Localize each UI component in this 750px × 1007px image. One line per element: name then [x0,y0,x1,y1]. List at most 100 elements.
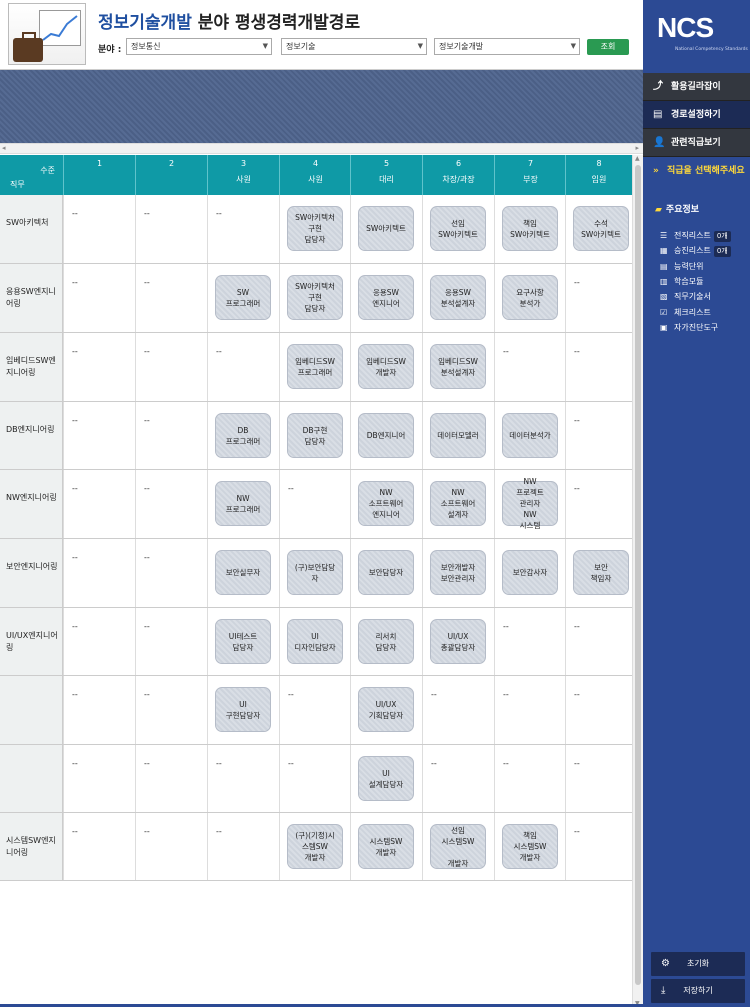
job-position-button[interactable]: UI/UX 기획담당자 [358,687,414,732]
table-cell: 보안감사자 [494,539,566,607]
table-cell: SW아키텍트 [350,195,422,263]
job-position-button[interactable]: DB 프로그래머 [215,413,271,458]
info-item[interactable]: ☑ 체크리스트 [660,306,750,320]
level-header-7: 7 부장 [494,155,566,195]
info-item[interactable]: ▥ 학습모듈 [660,275,750,289]
job-position-button[interactable]: 응용SW 엔지니어 [358,275,414,320]
job-position-button[interactable]: 보안 책임자 [573,550,629,595]
title-suffix: 분야 평생경력개발경로 [191,13,361,33]
table-cell: -- [63,195,135,263]
job-position-button[interactable]: 임베디드SW 개발자 [358,344,414,389]
scroll-left-icon[interactable]: ◂ [2,144,6,152]
job-position-button[interactable]: NW 프로그래머 [215,481,271,526]
table-cell: NW 소프트웨어 엔지니어 [350,470,422,538]
title-field: 정보기술개발 [98,13,192,33]
job-position-button[interactable]: UI/UX 총괄담당자 [430,619,486,664]
job-position-button[interactable]: SW아키텍처 구현 담당자 [287,206,343,251]
select-rank-message: » 직급을 선택해주세요 [653,165,748,177]
empty-marker: -- [72,209,78,218]
job-position-button[interactable]: 데이터모델러 [430,413,486,458]
search-button[interactable]: 조회 [587,39,629,55]
job-position-button[interactable]: UI 디자인담당자 [287,619,343,664]
info-item[interactable]: ▣ 자가진단도구 [660,321,750,335]
empty-marker: -- [431,690,437,699]
info-item[interactable]: ☰ 전직리스트 0개 [660,229,750,243]
job-position-button[interactable]: SW아키텍트 [358,206,414,251]
info-item[interactable]: ▤ 능력단위 [660,260,750,274]
table-cell: 보안 책임자 [565,539,632,607]
job-label: UI/UX엔지니어링 [0,608,63,675]
table-row: DB엔지니어링 -- -- DB 프로그래머 DB구현 담당자 DB엔지니어 데이터모델러 데… [0,402,632,470]
job-position-button[interactable]: 요구사항 분석가 [502,275,558,320]
job-position-button[interactable]: (구)보안담당 자 [287,550,343,595]
scroll-up-icon[interactable]: ▲ [635,155,640,162]
job-position-button[interactable]: 리서치 담당자 [358,619,414,664]
chevron-down-icon: ▼ [262,42,268,50]
related-rank-button[interactable]: 👤 관련직급보기 [643,129,750,157]
save-button[interactable]: ⤓ 저장하기 [651,979,745,1003]
set-path-button[interactable]: ▤ 경로설정하기 [643,101,750,129]
document-icon: ▧ [660,292,668,302]
level-header-6: 6 차장/과장 [422,155,494,195]
job-position-button[interactable]: 응용SW 분석설계자 [430,275,486,320]
job-position-button[interactable]: DB구현 담당자 [287,413,343,458]
job-position-button[interactable]: NW 소프트웨어 엔지니어 [358,481,414,526]
field-select-2[interactable]: 정보기술 ▼ [281,38,427,55]
job-position-button[interactable]: 임베디드SW 프로그래머 [287,344,343,389]
job-position-button[interactable]: (구)(기정)시 스템SW 개발자 [287,824,343,869]
job-position-button[interactable]: DB엔지니어 [358,413,414,458]
job-position-button[interactable]: 선임 시스템SW 개발자 [430,824,486,869]
guide-button[interactable]: ⤴ 활용길라잡이 [643,73,750,101]
job-position-button[interactable]: UI 구현담당자 [215,687,271,732]
info-item[interactable]: ▦ 승진리스트 0개 [660,244,750,258]
job-position-button[interactable]: 임베디드SW 분석설계자 [430,344,486,389]
horizontal-scrollbar[interactable]: ◂ ▸ [0,143,643,154]
empty-marker: -- [574,827,580,836]
job-position-button[interactable]: 수석 SW아키텍트 [573,206,629,251]
empty-marker: -- [144,209,150,218]
scroll-thumb[interactable] [635,165,641,985]
table-cell: -- [279,745,351,812]
job-position-button[interactable]: UI 설계담당자 [358,756,414,801]
job-position-button[interactable]: 책임 SW아키텍트 [502,206,558,251]
checkbox-icon: ☑ [660,307,668,317]
table-cell: SW 프로그래머 [207,264,279,332]
scroll-right-icon[interactable]: ▸ [635,144,639,152]
vertical-scrollbar[interactable]: ▲▼ [632,155,643,1007]
empty-marker: -- [144,827,150,836]
table-cell: DB엔지니어 [350,402,422,469]
field-label: 분야 : [98,45,122,55]
empty-marker: -- [144,553,150,562]
table-cell: -- [135,195,207,263]
table-cell: -- [494,676,566,744]
table-cell: 수석 SW아키텍트 [565,195,632,263]
reset-button[interactable]: ⚙ 초기화 [651,952,745,976]
save-label: 저장하기 [683,986,713,995]
job-position-button[interactable]: 시스템SW 개발자 [358,824,414,869]
table-cell: -- [63,676,135,744]
job-position-button[interactable]: NW 프로젝트 관리자 NW 시스템 [502,477,558,530]
job-position-button[interactable]: NW 소프트웨어 설계자 [430,481,486,526]
table-row: NW엔지니어링 -- -- NW 프로그래머 -- NW 소프트웨어 엔지니어 NW 소프트… [0,470,632,539]
job-position-button[interactable]: SW 프로그래머 [215,275,271,320]
field-select-1[interactable]: 정보통신 ▼ [126,38,272,55]
table-cell: -- [63,745,135,812]
table-cell: -- [135,608,207,675]
empty-marker: -- [144,416,150,425]
field-select-3[interactable]: 정보기술개발 ▼ [434,38,580,55]
job-position-button[interactable]: 보안감사자 [502,550,558,595]
job-position-button[interactable]: 보안실무자 [215,550,271,595]
job-position-button[interactable]: UI테스트 담당자 [215,619,271,664]
empty-marker: -- [216,347,222,356]
job-position-button[interactable]: 보안담당자 [358,550,414,595]
info-item[interactable]: ▧ 직무기술서 [660,290,750,304]
job-position-button[interactable]: 책임 시스템SW 개발자 [502,824,558,869]
job-position-button[interactable]: 보안개발자 보안관리자 [430,550,486,595]
job-position-button[interactable]: SW아키텍처 구현 담당자 [287,275,343,320]
count-badge: 0개 [713,246,731,258]
job-position-button[interactable]: 선임 SW아키텍트 [430,206,486,251]
job-position-button[interactable]: 데이터분석가 [502,413,558,458]
table-cell: -- [135,470,207,538]
empty-marker: -- [72,484,78,493]
level-number: 8 [596,159,602,168]
